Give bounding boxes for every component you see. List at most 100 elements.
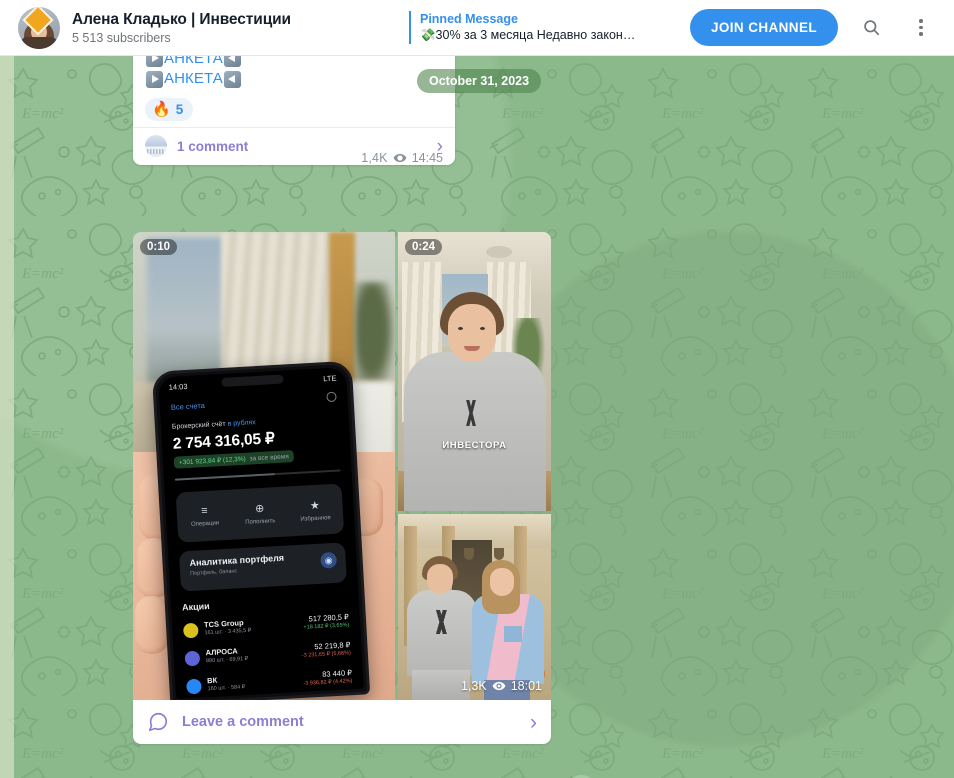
holding-change: +18 182 ₽ (3,65%)	[303, 622, 350, 631]
play-right-arrow-icon	[146, 70, 163, 88]
account-currency: в рублях	[225, 419, 256, 428]
date-badge: October 31, 2023	[417, 69, 542, 93]
holding-change: -3 936,82 ₽ (4,42%)	[303, 678, 353, 687]
progress-separator	[174, 469, 341, 481]
channel-meta[interactable]: Алена Кладько | Инвестиции 5 513 subscri…	[72, 10, 291, 46]
more-vertical-icon[interactable]	[904, 11, 938, 45]
message-bubble-anketa: АНКЕТА АНКЕТА АНКЕТА 🔥 5 1,4K	[133, 56, 455, 165]
play-left-arrow-icon	[223, 56, 241, 68]
video-duration-badge: 0:24	[405, 239, 443, 255]
media-item-photo-couple[interactable]: 1,3K 18:01	[398, 514, 551, 700]
all-accounts-link[interactable]: Все счета	[171, 401, 205, 412]
account-label-text: Брокерский счёт	[171, 420, 226, 431]
photo-window	[147, 238, 225, 388]
portfolio-analytics-card[interactable]: Аналитика портфеля Портфель, баланс ◉	[178, 542, 347, 592]
holding-logo	[182, 622, 199, 639]
delta-value: +301 923,84 ₽ (12,3%)	[178, 455, 246, 467]
video-caption: ИНВЕСТОРА	[442, 440, 507, 451]
photo-man-face	[427, 564, 453, 594]
channel-title: Алена Кладько | Инвестиции	[72, 10, 291, 28]
photo-lamp	[494, 548, 504, 560]
photo-shirt-pocket	[504, 626, 522, 642]
channel-avatar[interactable]	[18, 6, 60, 49]
menu-dots	[919, 19, 923, 36]
media-meta: 1,3K 18:01	[461, 679, 542, 693]
anketa-link[interactable]: АНКЕТА	[164, 56, 223, 69]
reaction-count: 5	[175, 101, 184, 117]
play-left-arrow-icon	[223, 70, 241, 88]
holding-change: -3 231,65 ₽ (5,66%)	[301, 650, 352, 659]
holding-name: ВК	[206, 675, 218, 686]
phone-device: 14:03 LTE Все счета Брокерский счёт в ру…	[151, 360, 371, 700]
photo-hoodie	[404, 352, 546, 511]
photo-lamp	[486, 246, 512, 258]
media-album: 14:03 LTE Все счета Брокерский счёт в ру…	[133, 232, 551, 700]
action-label: Избранное	[300, 514, 331, 523]
chevron-right-icon: ›	[530, 710, 537, 734]
holding-logo	[184, 650, 201, 667]
channel-header: Алена Кладько | Инвестиции 5 513 subscri…	[0, 0, 954, 56]
holding-sub: 160 шт. · 584 ₽	[207, 684, 246, 693]
commenter-avatar	[145, 135, 167, 157]
photo-face	[448, 304, 496, 362]
media-item-video-man[interactable]: ИНВЕСТОРА 0:24	[398, 232, 551, 511]
holding-name: АЛРОСА	[205, 646, 238, 658]
phone-screen: 14:03 LTE Все счета Брокерский счёт в ру…	[158, 367, 364, 699]
action-operations[interactable]: ≡ Операции	[176, 504, 232, 529]
action-topup[interactable]: ⊕ Пополнить	[232, 500, 289, 526]
search-icon[interactable]	[854, 11, 888, 45]
holding-sub: 890 шт. · 69,91 ₽	[205, 655, 249, 665]
media-item-video-phone[interactable]: 14:03 LTE Все счета Брокерский счёт в ру…	[133, 232, 395, 700]
account-label: Брокерский счёт в рублях	[172, 419, 256, 431]
play-right-arrow-icon	[146, 56, 163, 68]
join-channel-button[interactable]: JOIN CHANNEL	[689, 9, 838, 46]
message-body: АНКЕТА АНКЕТА АНКЕТА 🔥 5 1,4K	[133, 56, 455, 165]
pinned-message-text: 💸30% за 3 месяца Недавно закон…	[419, 28, 636, 42]
album-right-column: ИНВЕСТОРА 0:24 1,3K 18:01	[398, 232, 551, 700]
photo-woman-face	[490, 568, 514, 596]
subscriber-count: 5 513 subscribers	[72, 30, 171, 45]
video-duration-badge: 0:10	[140, 239, 178, 255]
holding-sub: 161 шт. · 3 435,5 ₽	[204, 627, 252, 637]
media-time: 18:01	[510, 679, 542, 693]
plus-circle-icon: ⊕	[254, 502, 265, 515]
chat-area: E=mc²	[0, 56, 954, 778]
comment-count-label: 1 comment	[177, 138, 249, 154]
photo-hoodie-logo	[424, 610, 458, 634]
view-count: 1,4K	[361, 150, 388, 165]
photo-mouth	[464, 346, 480, 351]
list-item: АНКЕТА	[145, 69, 443, 90]
reaction-fire[interactable]: 🔥 5	[145, 97, 194, 121]
message-reactions: 🔥 5	[145, 97, 443, 121]
photo-lamp	[464, 548, 474, 560]
list-icon: ≡	[200, 504, 208, 518]
quick-actions: ≡ Операции ⊕ Пополнить ★ Избранное	[175, 483, 345, 543]
comment-bubble-icon	[148, 712, 168, 732]
leave-comment-placeholder: Leave a comment	[182, 714, 304, 730]
account-balance: 2 754 316,05 ₽	[172, 430, 276, 453]
leave-comment-bar[interactable]: Leave a comment ›	[133, 700, 551, 744]
action-label: Операции	[190, 520, 220, 528]
phone-statusbar: 14:03 LTE	[158, 370, 346, 394]
photo-eye	[480, 327, 485, 330]
fire-emoji-icon: 🔥	[152, 100, 171, 118]
holding-logo	[186, 678, 202, 695]
photo-hoodie-logo	[454, 400, 488, 426]
pinned-message-label: Pinned Message	[419, 12, 518, 26]
pinned-message[interactable]: Pinned Message 💸30% за 3 месяца Недавно …	[408, 11, 636, 44]
message-time: 14:45	[411, 150, 443, 165]
message-meta: 1,4K 14:45	[361, 151, 443, 165]
left-edge-strip	[0, 56, 14, 778]
anketa-link[interactable]: АНКЕТА	[164, 69, 223, 90]
section-title-stocks: Акции	[181, 600, 210, 613]
phone-time: 14:03	[168, 381, 188, 392]
gear-icon[interactable]	[326, 391, 337, 403]
photo-eye	[458, 327, 463, 330]
holding-value: 83 440 ₽	[321, 668, 353, 679]
list-item: АНКЕТА	[145, 56, 443, 69]
account-delta: +301 923,84 ₽ (12,3%) за все время	[173, 450, 295, 469]
action-favorites[interactable]: ★ Избранное	[287, 497, 344, 523]
message-bubble-album: 14:03 LTE Все счета Брокерский счёт в ру…	[133, 232, 551, 744]
eye-icon	[492, 681, 506, 691]
star-icon: ★	[309, 499, 321, 512]
